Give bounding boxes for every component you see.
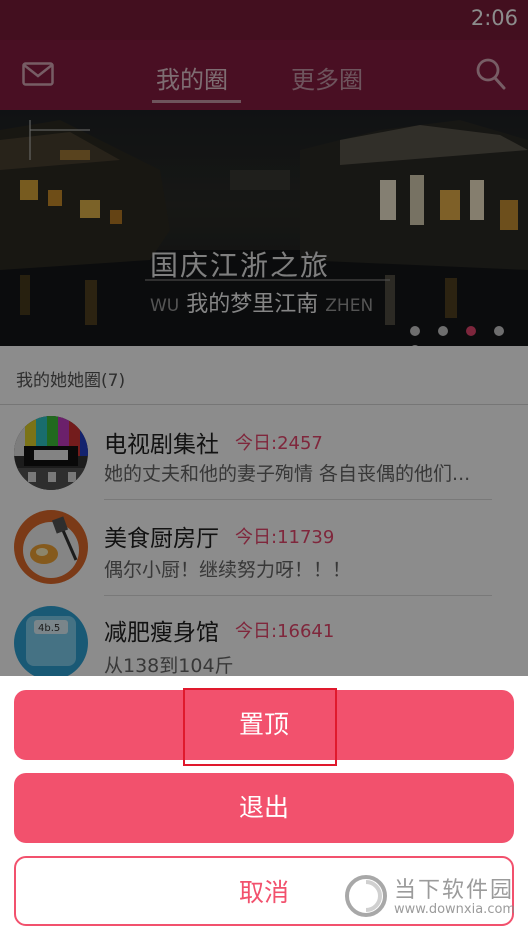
highlight-box [183, 688, 337, 766]
modal-backdrop[interactable] [0, 0, 528, 676]
watermark-url: www.downxia.com [394, 902, 516, 917]
watermark-name: 当下软件园 [394, 878, 515, 903]
quit-button[interactable]: 退出 [14, 773, 514, 843]
watermark: 当下软件园 www.downxia.com [342, 872, 522, 924]
watermark-logo-icon [345, 875, 387, 917]
